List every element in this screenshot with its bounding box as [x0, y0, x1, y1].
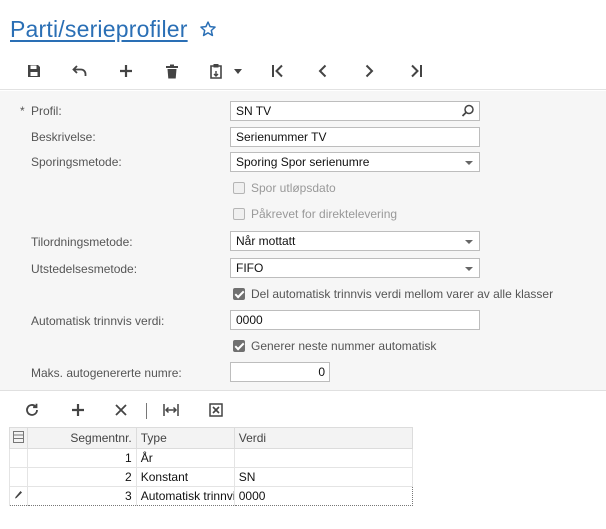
previous-record-icon: [318, 64, 327, 78]
generer-checkbox[interactable]: [233, 340, 245, 352]
title-row: Parti/serieprofiler: [10, 14, 217, 44]
required-marker: *: [20, 104, 25, 118]
segment-cell[interactable]: 2: [26, 467, 137, 487]
column-header-verdi[interactable]: Verdi: [233, 427, 414, 449]
main-toolbar: [0, 52, 606, 90]
refresh-icon: [26, 403, 38, 416]
auto-trinnvis-input[interactable]: 0000: [230, 310, 480, 330]
grid-toolbar: [0, 395, 606, 425]
beskrivelse-label: Beskrivelse:: [31, 130, 96, 144]
maks-input[interactable]: 0: [230, 362, 330, 382]
type-cell-text: Automatisk trinnvis: [140, 489, 235, 503]
verdi-cell[interactable]: [233, 448, 414, 468]
add-row-icon: [72, 404, 84, 416]
previous-record-button[interactable]: [312, 61, 334, 81]
row-selector[interactable]: [9, 467, 28, 487]
pakrevet-label: Påkrevet for direktelevering: [251, 207, 398, 221]
column-chooser-icon: [12, 430, 24, 443]
beskrivelse-input[interactable]: Serienummer TV: [230, 127, 480, 147]
delete-icon: [166, 64, 178, 78]
paste-button[interactable]: [205, 61, 227, 81]
undo-icon: [72, 65, 87, 76]
save-icon: [28, 65, 40, 77]
auto-trinnvis-value: 0000: [236, 313, 263, 327]
add-icon: [120, 65, 132, 77]
sporingsmetode-select[interactable]: Sporing Spor serienumre: [230, 152, 480, 172]
edit-pencil-icon: [15, 491, 23, 499]
beskrivelse-value: Serienummer TV: [236, 130, 327, 144]
generer-checkbox-row[interactable]: Generer neste nummer automatisk: [233, 339, 436, 353]
add-button[interactable]: [115, 61, 137, 81]
next-record-button[interactable]: [358, 61, 380, 81]
table-row[interactable]: 1 År: [9, 448, 414, 468]
sporingsmetode-label: Sporingsmetode:: [31, 155, 122, 169]
page-title[interactable]: Parti/serieprofiler: [10, 16, 188, 43]
utstedelsesmetode-label: Utstedelsesmetode:: [31, 262, 138, 276]
tilordningsmetode-label: Tilordningsmetode:: [31, 235, 133, 249]
utstedelsesmetode-select[interactable]: FIFO: [230, 258, 480, 278]
favorite-star-icon[interactable]: [199, 20, 217, 38]
export-excel-button[interactable]: [206, 401, 226, 419]
spor-utlopsdato-checkbox-row[interactable]: Spor utløpsdato: [233, 181, 336, 195]
column-header-type[interactable]: Type: [135, 427, 235, 449]
row-selector-header[interactable]: [9, 427, 28, 449]
type-cell[interactable]: Automatisk trinnvis: [135, 486, 235, 506]
last-record-button[interactable]: [405, 61, 427, 81]
maks-label: Maks. autogenererte numre:: [31, 366, 182, 380]
paste-dropdown-button[interactable]: [231, 61, 245, 81]
grid-header-row: Segmentnr. Type Verdi: [9, 427, 414, 449]
last-record-icon: [411, 64, 422, 78]
export-excel-icon: [209, 403, 223, 417]
save-button[interactable]: [23, 61, 45, 81]
undo-button[interactable]: [69, 61, 91, 81]
del-auto-checkbox[interactable]: [233, 288, 245, 300]
spor-utlopsdato-label: Spor utløpsdato: [251, 181, 336, 195]
auto-trinnvis-label: Automatisk trinnvis verdi:: [31, 314, 165, 328]
profil-input[interactable]: SN TV: [230, 101, 480, 121]
segments-grid: Segmentnr. Type Verdi 1 År 2 Konstant SN…: [9, 427, 414, 506]
fit-columns-icon: [163, 404, 179, 416]
utstedelsesmetode-value: FIFO: [236, 261, 264, 275]
row-selector[interactable]: [9, 448, 28, 468]
table-row[interactable]: 3 Automatisk trinnvis 0000: [9, 486, 414, 506]
first-record-icon: [272, 64, 283, 78]
paste-icon: [210, 64, 222, 79]
del-auto-checkbox-row[interactable]: Del automatisk trinnvis verdi mellom var…: [233, 287, 553, 301]
del-auto-label: Del automatisk trinnvis verdi mellom var…: [251, 287, 554, 301]
profil-label: Profil:: [31, 104, 62, 118]
generer-label: Generer neste nummer automatisk: [251, 339, 437, 353]
refresh-button[interactable]: [22, 401, 42, 419]
type-cell[interactable]: År: [135, 448, 235, 468]
type-cell[interactable]: Konstant: [135, 467, 235, 487]
column-header-segmentnr[interactable]: Segmentnr.: [26, 427, 137, 449]
maks-value: 0: [318, 365, 325, 379]
delete-row-button[interactable]: [111, 401, 131, 419]
verdi-cell[interactable]: 0000: [233, 486, 414, 506]
sporingsmetode-value: Sporing Spor serienumre: [236, 155, 370, 169]
delete-button[interactable]: [161, 61, 183, 81]
tilordningsmetode-select[interactable]: Når mottatt: [230, 231, 480, 251]
next-record-icon: [365, 64, 374, 78]
segment-cell[interactable]: 1: [26, 448, 137, 468]
table-row[interactable]: 2 Konstant SN: [9, 467, 414, 487]
toolbar-divider: [146, 403, 147, 419]
pakrevet-checkbox-row[interactable]: Påkrevet for direktelevering: [233, 207, 397, 221]
fit-columns-button[interactable]: [161, 401, 181, 419]
row-selector[interactable]: [9, 486, 28, 506]
add-row-button[interactable]: [68, 401, 88, 419]
pakrevet-checkbox[interactable]: [233, 208, 245, 220]
search-icon[interactable]: [461, 104, 475, 118]
spor-utlopsdato-checkbox[interactable]: [233, 182, 245, 194]
verdi-cell[interactable]: SN: [233, 467, 414, 487]
first-record-button[interactable]: [267, 61, 289, 81]
dropdown-arrow-icon: [234, 68, 242, 74]
profil-value: SN TV: [236, 104, 272, 118]
tilordningsmetode-value: Når mottatt: [236, 234, 296, 248]
delete-row-icon: [115, 404, 127, 416]
segment-cell[interactable]: 3: [26, 486, 137, 506]
